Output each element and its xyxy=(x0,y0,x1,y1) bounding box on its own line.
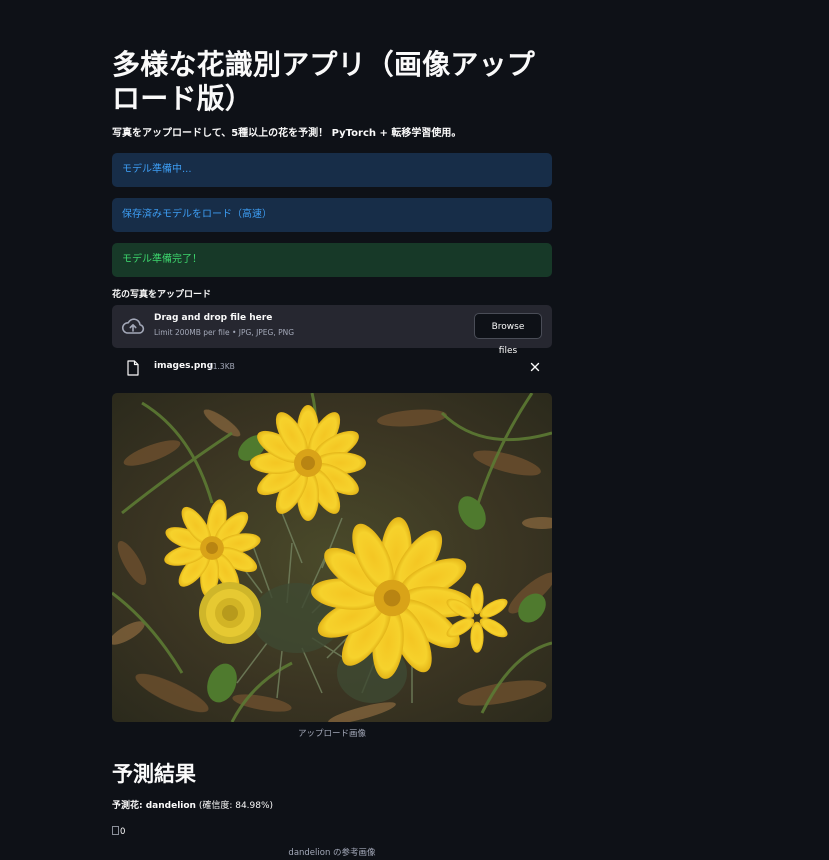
alert-model-ready: モデル準備完了！ xyxy=(112,243,552,277)
result-heading: 予測結果 xyxy=(112,762,196,786)
file-dropzone[interactable]: Drag and drop file here Limit 200MB per … xyxy=(112,305,552,356)
predicted-flower: dandelion xyxy=(145,801,196,811)
prediction-text: 予測花: dandelion (確信度: 84.98%) xyxy=(112,799,273,813)
page-title: 多様な花識別アプリ（画像アップロード版） xyxy=(112,48,536,115)
reference-image-alt: 0 xyxy=(120,827,126,837)
uploaded-image-caption: アップロード画像 xyxy=(297,729,366,739)
uploader-label: 花の写真をアップロード xyxy=(112,290,212,300)
close-icon[interactable] xyxy=(529,361,541,373)
cloud-upload-icon xyxy=(121,318,145,334)
alert-model-preparing: モデル準備中... xyxy=(112,153,552,187)
uploaded-file-row: images.png 11.3KB xyxy=(112,354,552,382)
file-icon xyxy=(127,360,139,376)
broken-image-icon xyxy=(112,826,119,835)
page-subtitle: 写真をアップロードして、5種以上の花を予測！ PyTorch + 転移学習使用。 xyxy=(112,128,462,139)
file-size: 11.3KB xyxy=(208,362,235,371)
reference-image-caption: dandelion の参考画像 xyxy=(288,848,376,858)
file-name: images.png xyxy=(154,361,214,371)
dropzone-limit: Limit 200MB per file • JPG, JPEG, PNG xyxy=(154,328,295,337)
uploaded-flower-image xyxy=(112,393,552,722)
prediction-prefix: 予測花: xyxy=(112,801,146,811)
dropzone-title: Drag and drop file here xyxy=(154,313,273,323)
reference-image: 0 xyxy=(112,825,125,839)
alert-model-loading: 保存済みモデルをロード（高速） xyxy=(112,198,552,232)
browse-files-button[interactable]: Browse files xyxy=(474,313,542,356)
prediction-confidence: (確信度: 84.98%) xyxy=(195,801,274,811)
